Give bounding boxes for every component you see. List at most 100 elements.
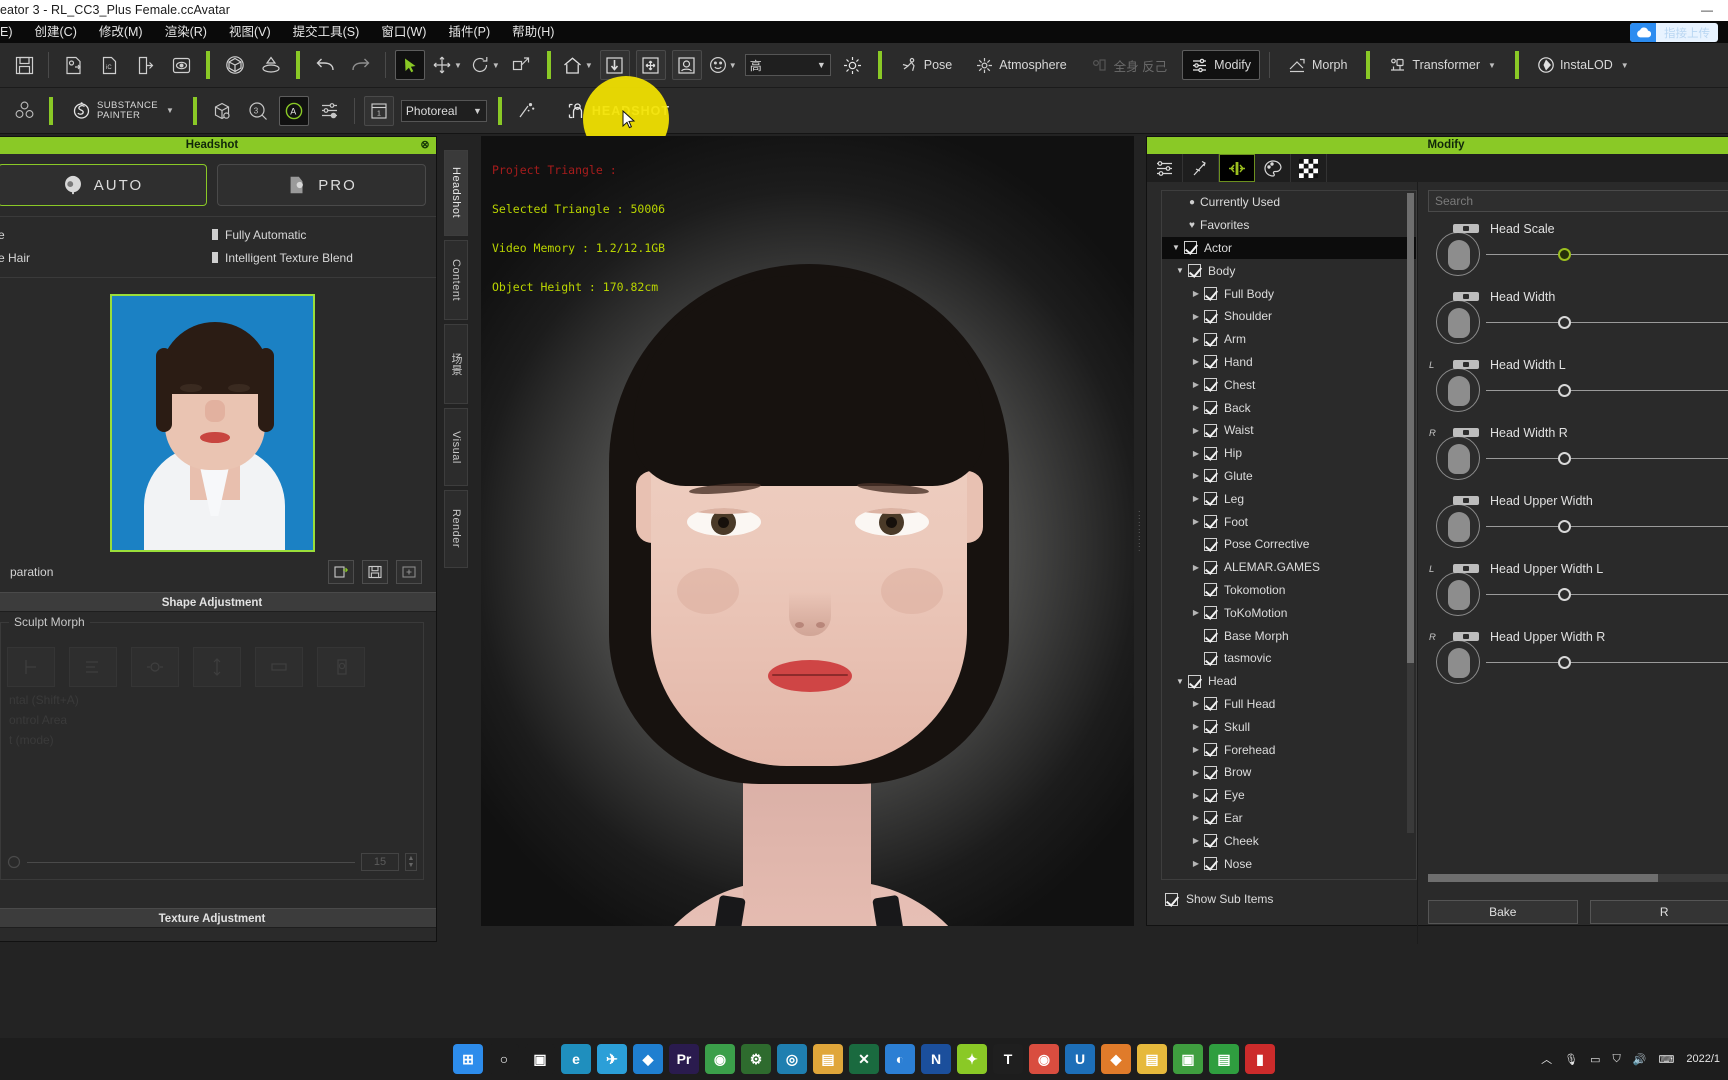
chevron-right-icon-10[interactable]: ▶	[1188, 494, 1204, 503]
sculpt-strength-value[interactable]: 15	[361, 853, 399, 871]
checkbox-waist[interactable]	[1204, 423, 1217, 437]
chevron-right-icon-4[interactable]: ▶	[1188, 357, 1204, 366]
viewport-3d[interactable]: Project Triangle : Selected Triangle : 5…	[481, 136, 1134, 926]
slider-head-upper-width-l-track[interactable]	[1486, 594, 1728, 595]
orange-app-button[interactable]: ◆	[1101, 1044, 1131, 1074]
chevron-right-icon-5[interactable]: ▶	[1188, 380, 1204, 389]
tree-row-alemar-games[interactable]: ▶ ALEMAR.GAMES	[1162, 556, 1416, 579]
source-portrait-photo[interactable]	[109, 294, 315, 552]
morph-tool-1-icon[interactable]	[69, 647, 117, 687]
import-character-icon[interactable]: iC	[94, 50, 124, 80]
transformer-button[interactable]: Transformer ▼	[1380, 50, 1505, 80]
package-icon[interactable]	[207, 96, 237, 126]
slider-head-width-r[interactable]: R Head Width R	[1428, 422, 1728, 490]
save-icon[interactable]	[9, 50, 39, 80]
preparation-link[interactable]: paration	[10, 565, 320, 579]
checkbox-skull[interactable]	[1204, 720, 1217, 734]
tree-row-tokomotion-2[interactable]: ▶ ToKoMotion	[1162, 601, 1416, 624]
tree-row-waist[interactable]: ▶ Waist	[1162, 419, 1416, 442]
blue-circle-button[interactable]: ◐	[885, 1044, 915, 1074]
x-app-button[interactable]: ✕	[849, 1044, 879, 1074]
close-icon[interactable]: ⊗	[418, 138, 432, 152]
checkbox-back[interactable]	[1204, 401, 1217, 415]
atmosphere-button[interactable]: Atmosphere	[967, 50, 1075, 80]
slider-head-width-r-knob[interactable]	[1558, 452, 1571, 465]
chevron-right-icon-7[interactable]: ▶	[1188, 426, 1204, 435]
chevron-right-icon-20[interactable]: ▶	[1188, 836, 1204, 845]
save-image-icon[interactable]	[362, 560, 388, 584]
tree-row-brow[interactable]: ▶ Brow	[1162, 761, 1416, 784]
sculpt-strength-slider[interactable]: 15 ▲ ▼	[1, 853, 423, 871]
instalod-button[interactable]: InstaLOD ▼	[1529, 50, 1638, 80]
morph-tool-2-icon[interactable]	[131, 647, 179, 687]
head-dial-icon-2[interactable]	[1436, 292, 1480, 344]
chrome-button[interactable]: ◉	[1029, 1044, 1059, 1074]
head-dial-icon-4[interactable]: R	[1429, 428, 1480, 480]
reset-image-icon[interactable]	[396, 560, 422, 584]
show-sub-items-row[interactable]: Show Sub Items	[1161, 880, 1417, 906]
chevron-right-icon-19[interactable]: ▶	[1188, 813, 1204, 822]
checkbox-tokomotion[interactable]	[1204, 583, 1217, 597]
smiley-icon[interactable]: ▼	[708, 50, 738, 80]
cursor-arrow-icon[interactable]	[395, 50, 425, 80]
chevron-right-icon[interactable]: ▶	[1188, 289, 1204, 298]
home-icon[interactable]: ▼	[561, 50, 594, 80]
dim-group-button[interactable]: 全身 反己	[1082, 50, 1176, 80]
slider-pane-hscrollbar-thumb[interactable]	[1428, 874, 1658, 882]
tree-row-currently-used[interactable]: ● Currently Used	[1162, 191, 1416, 214]
chevron-down-icon[interactable]: ▼	[454, 61, 462, 70]
headshot-option-left-1[interactable]: e	[0, 223, 212, 246]
folder-orange-button[interactable]: ▤	[813, 1044, 843, 1074]
checkbox-nose[interactable]	[1204, 857, 1217, 870]
chevron-right-icon-11[interactable]: ▶	[1188, 517, 1204, 526]
menu-item-create[interactable]: 创建(C)	[24, 21, 88, 43]
quality-combo[interactable]: 高 ▼	[744, 54, 831, 76]
sculpt-strength-stepper[interactable]: ▲ ▼	[405, 853, 417, 871]
task-view-button[interactable]: ▣	[525, 1044, 555, 1074]
sidebar-item-headshot[interactable]: Headshot	[444, 150, 468, 236]
tree-row-base-morph[interactable]: Base Morph	[1162, 624, 1416, 647]
morph-tool-0-icon[interactable]	[7, 647, 55, 687]
tree-row-full-body[interactable]: ▶ Full Body	[1162, 282, 1416, 305]
undo-icon[interactable]	[310, 50, 340, 80]
slider-head-upper-width-knob[interactable]	[1558, 520, 1571, 533]
chevron-right-icon-15[interactable]: ▶	[1188, 722, 1204, 731]
menu-item-help[interactable]: 帮助(H)	[501, 21, 565, 43]
chevron-right-icon-2[interactable]: ▶	[1188, 312, 1204, 321]
volume-icon[interactable]: 🔊	[1633, 1053, 1647, 1066]
premiere-button[interactable]: Pr	[669, 1044, 699, 1074]
checkbox-hand[interactable]	[1204, 355, 1217, 369]
checkbox-pose-corrective[interactable]	[1204, 537, 1217, 551]
sidebar-item-scene[interactable]: 场景	[444, 324, 468, 404]
search-input[interactable]: Search	[1428, 190, 1728, 212]
checkbox-chest[interactable]	[1204, 378, 1217, 392]
chevron-right-icon-12[interactable]: ▶	[1188, 563, 1204, 572]
checkbox-forehead[interactable]	[1204, 743, 1217, 757]
headshot-mode-pro[interactable]: PRO	[217, 164, 426, 206]
sidebar-item-visual[interactable]: Visual	[444, 408, 468, 486]
bake-button[interactable]: Bake	[1428, 900, 1578, 924]
cube-icon[interactable]	[220, 50, 250, 80]
head-dial-icon-6[interactable]: L	[1429, 564, 1480, 616]
pose-button[interactable]: Pose	[892, 50, 962, 80]
menu-item-plugins[interactable]: 插件(P)	[437, 21, 501, 43]
chevron-down-icon-12[interactable]: ▼	[1172, 677, 1188, 686]
checkbox-base-morph[interactable]	[1204, 629, 1217, 643]
menu-item-window[interactable]: 窗口(W)	[370, 21, 437, 43]
folder-button[interactable]: ▤	[1137, 1044, 1167, 1074]
slider-head-upper-width-r[interactable]: R Head Upper Width R	[1428, 626, 1728, 694]
tree-row-tokomotion[interactable]: Tokomotion	[1162, 579, 1416, 602]
chevron-down-icon-9[interactable]: ▼	[473, 106, 482, 116]
move-icon[interactable]: ▼	[431, 50, 463, 80]
menu-item-view[interactable]: 视图(V)	[218, 21, 282, 43]
start-button[interactable]: ⊞	[453, 1044, 483, 1074]
load-image-icon[interactable]	[328, 560, 354, 584]
checkbox-head[interactable]	[1188, 674, 1201, 688]
slider-head-scale-track[interactable]	[1486, 254, 1728, 255]
tree-row-arm[interactable]: ▶ Arm	[1162, 328, 1416, 351]
frame-1-icon[interactable]: 1	[363, 95, 394, 126]
checkbox-tasmovic[interactable]	[1204, 651, 1217, 665]
checkbox-leg[interactable]	[1204, 492, 1217, 506]
green-app-button[interactable]: ▣	[1173, 1044, 1203, 1074]
slider-head-scale-knob[interactable]	[1558, 248, 1571, 261]
